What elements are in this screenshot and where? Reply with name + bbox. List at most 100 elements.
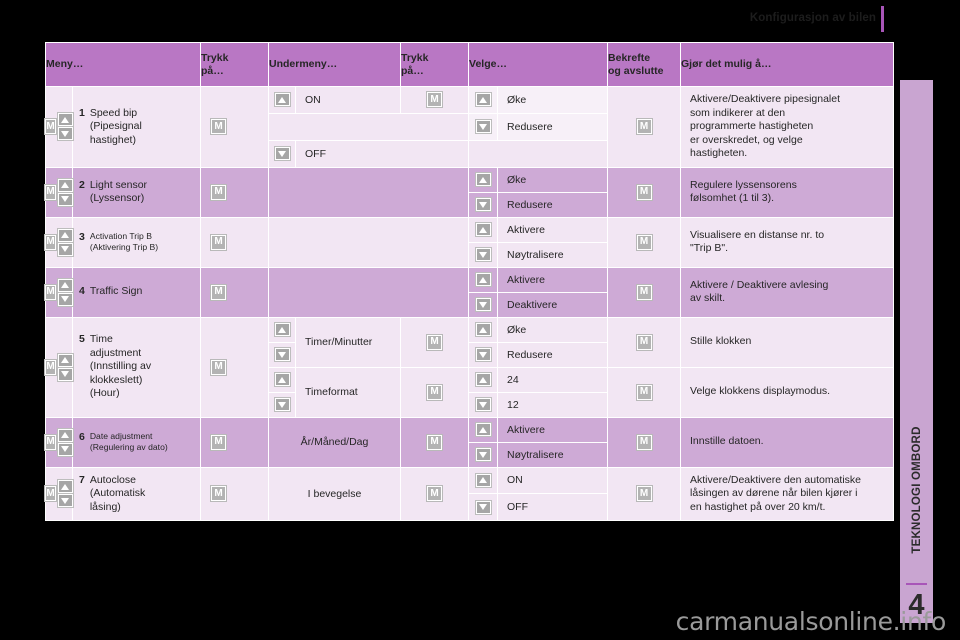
arrow-stack[interactable] (56, 177, 74, 207)
row-5b-submenu-up-arrow[interactable] (268, 366, 296, 393)
row-5a-select-up-arrow[interactable] (468, 316, 499, 343)
row-5-press-menu[interactable]: M (200, 316, 269, 418)
m-icon[interactable]: M (210, 283, 227, 301)
row-6-select-up-arrow[interactable] (468, 416, 499, 443)
row-4-confirm[interactable]: M (607, 266, 682, 318)
m-icon[interactable]: M (210, 233, 227, 251)
row-5b-press[interactable]: M (400, 366, 470, 418)
m-icon[interactable]: M (635, 233, 653, 251)
arrow-stack[interactable] (56, 479, 74, 509)
m-icon[interactable]: M (44, 118, 57, 136)
down-arrow-icon[interactable] (273, 146, 291, 162)
up-arrow-icon[interactable] (474, 222, 492, 237)
row-1-submenu-on-arrow[interactable] (268, 86, 296, 114)
up-arrow-icon[interactable] (273, 372, 291, 387)
up-arrow-icon[interactable] (474, 372, 492, 387)
arrow-stack[interactable] (56, 352, 74, 382)
down-arrow-icon[interactable] (474, 347, 492, 362)
row-1-select-up-arrow[interactable] (468, 86, 499, 114)
m-icon[interactable]: M (426, 383, 444, 401)
row-5b-select-down-arrow[interactable] (468, 391, 499, 418)
down-arrow-icon[interactable] (474, 247, 492, 262)
arrow-stack[interactable] (56, 227, 74, 257)
row-5b-select-up-arrow[interactable] (468, 366, 499, 393)
down-arrow-icon[interactable] (474, 397, 492, 412)
m-icon[interactable]: M (44, 358, 57, 376)
row-7-select-down-arrow[interactable] (468, 493, 499, 521)
row-4-press-menu[interactable]: M (200, 266, 269, 318)
down-arrow-icon[interactable] (474, 447, 492, 462)
down-arrow-icon[interactable] (56, 366, 74, 382)
row-6-nav-control[interactable]: M (44, 416, 74, 468)
row-3-confirm[interactable]: M (607, 216, 682, 268)
down-arrow-icon[interactable] (56, 241, 74, 257)
down-arrow-icon[interactable] (56, 493, 74, 509)
row-7-select-up-arrow[interactable] (468, 466, 499, 495)
m-icon[interactable]: M (210, 433, 227, 451)
m-icon[interactable]: M (426, 433, 444, 451)
row-3-select-down-arrow[interactable] (468, 241, 499, 268)
row-2-select-up-arrow[interactable] (468, 166, 499, 193)
row-7-nav-control[interactable]: M (44, 466, 74, 521)
row-7-confirm[interactable]: M (607, 466, 682, 521)
row-3-nav-control[interactable]: M (44, 216, 74, 268)
row-2-press-menu[interactable]: M (200, 166, 269, 218)
up-arrow-icon[interactable] (56, 479, 74, 495)
m-icon[interactable]: M (635, 183, 653, 201)
up-arrow-icon[interactable] (474, 172, 492, 187)
down-arrow-icon[interactable] (474, 297, 492, 312)
row-1-nav-control[interactable]: M (44, 86, 74, 168)
m-icon[interactable]: M (635, 383, 653, 401)
row-1-confirm[interactable]: M (607, 86, 682, 168)
row-2-select-down-arrow[interactable] (468, 191, 499, 218)
up-arrow-icon[interactable] (474, 92, 492, 108)
down-arrow-icon[interactable] (474, 197, 492, 212)
row-1-press-menu[interactable]: M (200, 86, 269, 168)
down-arrow-icon[interactable] (56, 126, 74, 142)
up-arrow-icon[interactable] (474, 272, 492, 287)
down-arrow-icon[interactable] (56, 191, 74, 207)
m-icon[interactable]: M (210, 485, 227, 503)
row-1-select-down-arrow[interactable] (468, 112, 499, 141)
m-icon[interactable]: M (635, 283, 653, 301)
row-3-press-menu[interactable]: M (200, 216, 269, 268)
row-5b-confirm[interactable]: M (607, 366, 682, 418)
row-5b-submenu-down-arrow[interactable] (268, 391, 296, 418)
arrow-stack[interactable] (56, 112, 74, 142)
row-2-nav-control[interactable]: M (44, 166, 74, 218)
up-arrow-icon[interactable] (273, 92, 291, 108)
up-arrow-icon[interactable] (56, 112, 74, 128)
down-arrow-icon[interactable] (56, 291, 74, 307)
m-icon[interactable]: M (44, 433, 57, 451)
row-6-press-submenu[interactable]: M (400, 416, 470, 468)
down-arrow-icon[interactable] (474, 499, 492, 515)
m-icon[interactable]: M (210, 358, 227, 376)
up-arrow-icon[interactable] (56, 352, 74, 368)
row-6-confirm[interactable]: M (607, 416, 682, 468)
up-arrow-icon[interactable] (56, 277, 74, 293)
row-5a-press[interactable]: M (400, 316, 470, 368)
m-icon[interactable]: M (44, 485, 57, 503)
down-arrow-icon[interactable] (273, 397, 291, 412)
row-3-select-up-arrow[interactable] (468, 216, 499, 243)
m-icon[interactable]: M (44, 233, 57, 251)
m-icon[interactable]: M (635, 333, 653, 351)
arrow-stack[interactable] (56, 277, 74, 307)
m-icon[interactable]: M (426, 485, 444, 503)
m-icon[interactable]: M (635, 485, 653, 503)
m-icon[interactable]: M (426, 91, 444, 109)
row-6-select-down-arrow[interactable] (468, 441, 499, 468)
up-arrow-icon[interactable] (474, 322, 492, 337)
m-icon[interactable]: M (635, 433, 653, 451)
down-arrow-icon[interactable] (56, 441, 74, 457)
row-4-select-up-arrow[interactable] (468, 266, 499, 293)
up-arrow-icon[interactable] (56, 227, 74, 243)
row-5a-submenu-down-arrow[interactable] (268, 341, 296, 368)
row-5-nav-control[interactable]: M (44, 316, 74, 418)
up-arrow-icon[interactable] (56, 427, 74, 443)
m-icon[interactable]: M (635, 118, 653, 136)
up-arrow-icon[interactable] (56, 177, 74, 193)
row-5a-select-down-arrow[interactable] (468, 341, 499, 368)
down-arrow-icon[interactable] (273, 347, 291, 362)
m-icon[interactable]: M (210, 183, 227, 201)
